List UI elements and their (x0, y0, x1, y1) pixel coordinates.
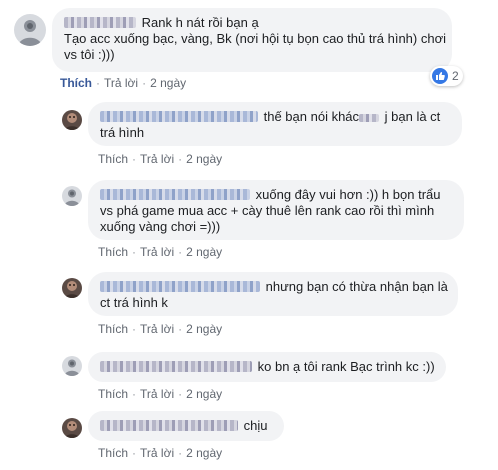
comment-text: vs tôi :))) (64, 47, 115, 62)
reply-link[interactable]: Trả lời (140, 446, 174, 460)
separator: · (132, 446, 137, 460)
separator: · (132, 152, 137, 166)
reply-text: xuống đây vui hơn :)) h bọn trẩu (255, 187, 441, 202)
reply-link[interactable]: Trả lời (104, 76, 138, 90)
author-name-blurred[interactable] (100, 189, 250, 200)
reply-bubble: ko bn ạ tôi rank Bạc trình kc :)) (88, 352, 446, 382)
like-icon (432, 68, 448, 84)
default-avatar-icon (14, 14, 46, 46)
reply-text: chịu (243, 418, 268, 433)
reply-text: j bạn là ct (381, 109, 441, 124)
reply-bubble: xuống đây vui hơn :)) h bọn trẩu vs phá … (88, 180, 464, 240)
like-link[interactable]: Thích (98, 446, 128, 460)
separator: · (132, 387, 137, 401)
separator: · (142, 76, 147, 90)
like-link[interactable]: Thích (60, 76, 92, 90)
default-avatar-icon (62, 186, 82, 206)
timestamp[interactable]: 2 ngày (150, 76, 186, 90)
reply-text: ct trá hình k (100, 295, 168, 310)
avatar[interactable] (62, 186, 82, 206)
author-name-blurred[interactable] (64, 17, 136, 28)
reply-line: thế bạn nói khác j bạn là ct (100, 109, 450, 125)
reply-text: trá hình (100, 125, 145, 140)
reaction-count: 2 (452, 69, 459, 83)
reply-link[interactable]: Trả lời (140, 245, 174, 259)
like-link[interactable]: Thích (98, 322, 128, 336)
separator: · (178, 387, 183, 401)
reply-text: vs phá game mua acc + cày thuê lên rank … (100, 203, 435, 218)
comment-text: Rank h nát rồi bạn ạ (141, 15, 259, 30)
timestamp[interactable]: 2 ngày (186, 152, 222, 166)
like-link[interactable]: Thích (98, 152, 128, 166)
reply-actions: Thích · Trả lời · 2 ngày (98, 152, 222, 166)
reply-text: xuống vàng chơi =))) (100, 219, 221, 234)
reply-actions: Thích · Trả lời · 2 ngày (98, 387, 222, 401)
reply-line: xuống đây vui hơn :)) h bọn trẩu (100, 187, 452, 203)
author-name-blurred[interactable] (100, 281, 260, 292)
reply-text: thế bạn nói khác (263, 109, 360, 124)
reply-actions: Thích · Trả lời · 2 ngày (98, 245, 222, 259)
reply-bubble: chịu (88, 411, 284, 441)
reply-bubble: thế bạn nói khác j bạn là ct trá hình (88, 102, 462, 146)
timestamp[interactable]: 2 ngày (186, 387, 222, 401)
reply-link[interactable]: Trả lời (140, 322, 174, 336)
like-link[interactable]: Thích (98, 245, 128, 259)
separator: · (96, 76, 100, 90)
avatar[interactable] (62, 418, 82, 438)
separator: · (132, 322, 137, 336)
author-name-blurred[interactable] (100, 361, 252, 372)
comment-line: Rank h nát rồi bạn ạ (64, 15, 440, 31)
user-photo-icon (62, 278, 82, 298)
reply-link[interactable]: Trả lời (140, 152, 174, 166)
comment-actions: Thích · Trả lời · 2 ngày (60, 76, 186, 90)
reply-line: chịu (100, 418, 272, 434)
separator: · (178, 245, 183, 259)
reply-text: nhưng bạn có thừa nhận bạn là (265, 279, 448, 294)
reaction-badge[interactable]: 2 (430, 66, 463, 86)
reply-link[interactable]: Trả lời (140, 387, 174, 401)
author-name-blurred[interactable] (100, 420, 238, 431)
timestamp[interactable]: 2 ngày (186, 322, 222, 336)
reply-actions: Thích · Trả lời · 2 ngày (98, 322, 222, 336)
reply-line: ko bn ạ tôi rank Bạc trình kc :)) (100, 359, 435, 375)
comment-bubble: Rank h nát rồi bạn ạ Tạo acc xuống bạc, … (52, 8, 452, 72)
separator: · (132, 245, 137, 259)
avatar[interactable] (14, 14, 46, 46)
like-link[interactable]: Thích (98, 387, 128, 401)
reply-actions: Thích · Trả lời · 2 ngày (98, 446, 222, 460)
reply-text: ko bn ạ tôi rank Bạc trình kc :)) (257, 359, 435, 374)
separator: · (178, 322, 183, 336)
redacted-text (359, 114, 380, 122)
user-photo-icon (62, 418, 82, 438)
user-photo-icon (62, 110, 82, 130)
avatar[interactable] (62, 356, 82, 376)
timestamp[interactable]: 2 ngày (186, 245, 222, 259)
separator: · (178, 152, 183, 166)
reply-line: nhưng bạn có thừa nhận bạn là (100, 279, 448, 295)
reply-bubble: nhưng bạn có thừa nhận bạn là ct trá hìn… (88, 272, 458, 316)
avatar[interactable] (62, 110, 82, 130)
separator: · (178, 446, 183, 460)
avatar[interactable] (62, 278, 82, 298)
timestamp[interactable]: 2 ngày (186, 446, 222, 460)
author-name-blurred[interactable] (100, 111, 258, 122)
default-avatar-icon (62, 356, 82, 376)
comment-text: Tạo acc xuống bạc, vàng, Bk (nơi hội tụ … (64, 31, 446, 46)
